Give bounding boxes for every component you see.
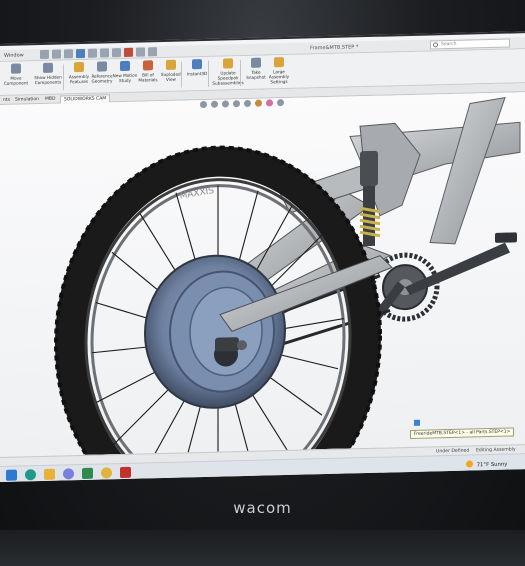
undo-icon[interactable]	[100, 48, 109, 58]
search-placeholder: Search	[441, 41, 457, 48]
edge-browser-icon[interactable]	[25, 469, 36, 481]
ribbon-label: Large Assembly Settings	[268, 69, 290, 85]
move-component-icon	[11, 63, 21, 74]
tab-simulation[interactable]: Simulation	[12, 96, 42, 104]
monitor-screen: Window Frame&MTB.STEP * Search Move Comp…	[0, 31, 525, 482]
instant3d-button[interactable]: Instant3D	[183, 59, 211, 90]
print-icon[interactable]	[88, 48, 97, 58]
editing-mode: Editing Assembly	[476, 447, 516, 454]
ribbon-separator	[63, 64, 64, 91]
show-hidden-icon	[43, 62, 53, 73]
move-component-button[interactable]: Move Component	[2, 63, 30, 94]
scene-icon[interactable]	[277, 99, 284, 107]
camera-icon	[251, 57, 261, 68]
options-gear-icon[interactable]	[148, 47, 157, 57]
bill-of-materials-icon	[143, 60, 153, 71]
select-icon[interactable]	[112, 48, 121, 58]
ribbon-label: Assembly Features	[68, 73, 90, 85]
appearance-icon[interactable]	[266, 99, 273, 107]
definition-status: Under Defined	[436, 448, 470, 455]
tab-mbd[interactable]: MBD	[42, 96, 58, 103]
sun-icon	[466, 460, 473, 468]
search-input[interactable]: Search	[430, 38, 510, 50]
save-icon[interactable]	[76, 48, 85, 59]
view-orientation-icon[interactable]	[244, 99, 251, 108]
ribbon-label: Update Speedpak Subassemblies	[212, 70, 244, 86]
file-explorer-icon[interactable]	[44, 468, 55, 480]
home-icon[interactable]	[40, 49, 49, 60]
large-assembly-icon	[274, 57, 284, 68]
ribbon-label: Move Component	[3, 75, 29, 86]
search-icon	[433, 42, 438, 48]
weather-description: Sunny	[490, 461, 508, 469]
assembly-features-icon	[74, 61, 84, 73]
weather-temperature: 71°F	[476, 462, 490, 469]
weather-widget[interactable]: 71°F Sunny	[466, 460, 507, 469]
ribbon-separator	[181, 61, 182, 88]
motion-study-icon	[120, 60, 130, 72]
hub-motor	[144, 254, 286, 409]
speedpak-icon	[223, 58, 233, 69]
reference-geometry-icon	[97, 61, 107, 72]
ribbon-separator	[240, 60, 241, 87]
document-title: Frame&MTB.STEP *	[310, 44, 359, 52]
tire-brand-text: MAXXIS	[179, 186, 215, 202]
chat-icon[interactable]	[63, 468, 74, 480]
show-hidden-components-button[interactable]: Show Hidden Components	[34, 62, 62, 93]
large-assembly-settings-button[interactable]: Large Assembly Settings	[264, 57, 294, 88]
zoom-area-icon[interactable]	[211, 100, 218, 108]
component-icon	[414, 419, 420, 426]
solidworks-icon[interactable]	[120, 466, 131, 479]
spreadsheet-icon[interactable]	[82, 467, 93, 479]
ribbon-label: Take Snapshot	[246, 69, 266, 80]
monitor-brand-logo: wacom	[233, 499, 292, 517]
graphics-viewport[interactable]: MAXXIS FreerideMTB.STEP<1> - all Parts.S…	[0, 92, 525, 457]
bike-model-render: MAXXIS	[54, 97, 521, 457]
exploded-view-icon	[166, 59, 176, 70]
zoom-to-fit-icon[interactable]	[200, 100, 207, 109]
windows-start-icon[interactable]	[6, 469, 17, 481]
previous-view-icon[interactable]	[222, 100, 229, 108]
menu-window[interactable]: Window	[4, 52, 24, 58]
taskbar-icons	[6, 466, 131, 481]
ribbon-label: Instant3D	[186, 70, 208, 77]
open-folder-icon[interactable]	[64, 49, 73, 59]
new-document-icon[interactable]	[52, 49, 61, 59]
ribbon-label: Bill of Materials	[138, 72, 158, 83]
quick-access-icons	[40, 47, 157, 60]
file-properties-icon[interactable]	[136, 47, 145, 57]
section-view-icon[interactable]	[233, 100, 240, 108]
ribbon-separator	[208, 60, 209, 87]
ribbon-label: Show Hidden Components	[34, 74, 62, 86]
ribbon-label: Reference Geometry	[91, 73, 113, 84]
instant3d-icon	[192, 59, 202, 70]
display-style-icon[interactable]	[255, 99, 262, 107]
monitor-bezel	[0, 530, 525, 566]
rebuild-icon[interactable]	[124, 47, 133, 57]
chrome-browser-icon[interactable]	[101, 467, 112, 479]
ribbon-label: Exploded View	[161, 71, 181, 82]
